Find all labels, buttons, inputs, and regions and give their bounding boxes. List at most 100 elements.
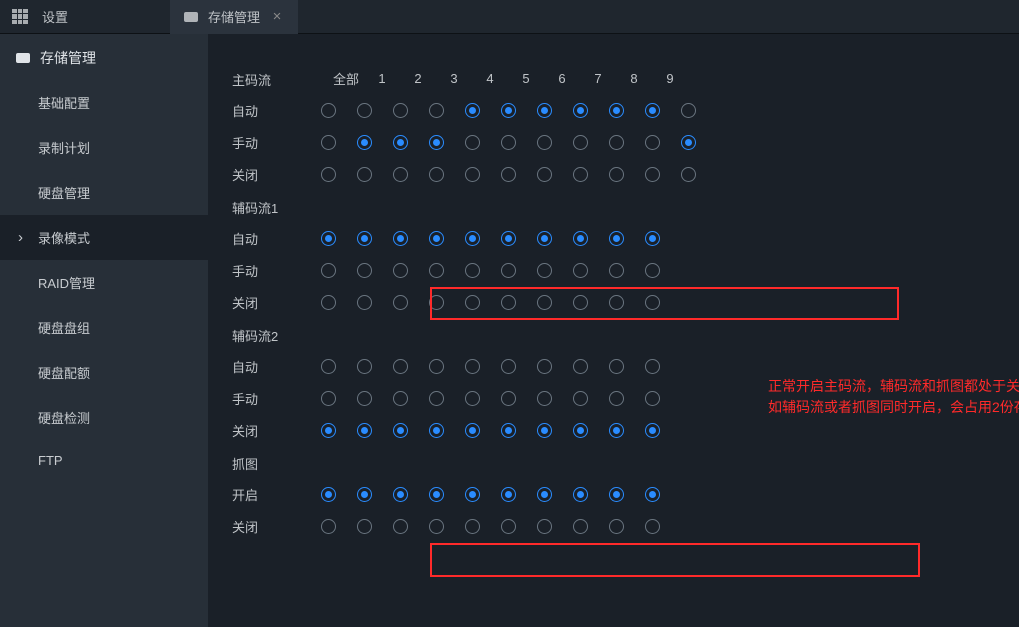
radio[interactable] <box>537 231 552 246</box>
radio[interactable] <box>609 263 624 278</box>
radio[interactable] <box>645 391 660 406</box>
radio[interactable] <box>501 135 516 150</box>
radio[interactable] <box>645 519 660 534</box>
radio[interactable] <box>321 135 336 150</box>
radio[interactable] <box>429 487 444 502</box>
sidebar-item-2[interactable]: 硬盘管理 <box>0 170 208 215</box>
radio[interactable] <box>321 423 336 438</box>
radio[interactable] <box>537 423 552 438</box>
radio[interactable] <box>573 391 588 406</box>
radio[interactable] <box>321 519 336 534</box>
radio[interactable] <box>429 423 444 438</box>
radio[interactable] <box>357 423 372 438</box>
radio[interactable] <box>609 423 624 438</box>
radio[interactable] <box>465 231 480 246</box>
radio[interactable] <box>501 295 516 310</box>
radio[interactable] <box>645 423 660 438</box>
radio[interactable] <box>429 135 444 150</box>
radio[interactable] <box>501 391 516 406</box>
sidebar-item-7[interactable]: 硬盘检测 <box>0 395 208 440</box>
radio[interactable] <box>429 391 444 406</box>
radio[interactable] <box>573 487 588 502</box>
radio[interactable] <box>537 487 552 502</box>
radio[interactable] <box>609 359 624 374</box>
radio[interactable] <box>429 103 444 118</box>
radio[interactable] <box>681 135 696 150</box>
radio[interactable] <box>645 359 660 374</box>
radio[interactable] <box>429 295 444 310</box>
radio[interactable] <box>357 103 372 118</box>
radio[interactable] <box>645 263 660 278</box>
radio[interactable] <box>465 423 480 438</box>
radio[interactable] <box>321 391 336 406</box>
radio[interactable] <box>501 231 516 246</box>
radio[interactable] <box>573 263 588 278</box>
radio[interactable] <box>393 103 408 118</box>
radio[interactable] <box>393 135 408 150</box>
radio[interactable] <box>357 135 372 150</box>
radio[interactable] <box>609 295 624 310</box>
radio[interactable] <box>645 487 660 502</box>
radio[interactable] <box>609 391 624 406</box>
radio[interactable] <box>573 519 588 534</box>
radio[interactable] <box>573 359 588 374</box>
radio[interactable] <box>321 359 336 374</box>
sidebar-item-0[interactable]: 基础配置 <box>0 80 208 125</box>
sidebar-item-5[interactable]: 硬盘盘组 <box>0 305 208 350</box>
radio[interactable] <box>537 359 552 374</box>
close-icon[interactable] <box>270 10 284 24</box>
radio[interactable] <box>501 519 516 534</box>
sidebar-item-3[interactable]: 录像模式 <box>0 215 208 260</box>
radio[interactable] <box>357 519 372 534</box>
radio[interactable] <box>681 103 696 118</box>
radio[interactable] <box>429 519 444 534</box>
radio[interactable] <box>465 103 480 118</box>
radio[interactable] <box>573 103 588 118</box>
radio[interactable] <box>393 231 408 246</box>
radio[interactable] <box>321 103 336 118</box>
radio[interactable] <box>537 519 552 534</box>
radio[interactable] <box>429 167 444 182</box>
radio[interactable] <box>357 295 372 310</box>
radio[interactable] <box>501 103 516 118</box>
radio[interactable] <box>465 359 480 374</box>
radio[interactable] <box>537 295 552 310</box>
radio[interactable] <box>321 167 336 182</box>
radio[interactable] <box>357 231 372 246</box>
radio[interactable] <box>501 487 516 502</box>
radio[interactable] <box>357 391 372 406</box>
radio[interactable] <box>429 263 444 278</box>
sidebar-item-8[interactable]: FTP <box>0 440 208 481</box>
radio[interactable] <box>429 359 444 374</box>
radio[interactable] <box>321 487 336 502</box>
radio[interactable] <box>645 103 660 118</box>
radio[interactable] <box>537 135 552 150</box>
radio[interactable] <box>573 423 588 438</box>
sidebar-item-1[interactable]: 录制计划 <box>0 125 208 170</box>
radio[interactable] <box>645 231 660 246</box>
radio[interactable] <box>501 167 516 182</box>
radio[interactable] <box>645 295 660 310</box>
radio[interactable] <box>429 231 444 246</box>
radio[interactable] <box>393 359 408 374</box>
radio[interactable] <box>609 103 624 118</box>
radio[interactable] <box>501 359 516 374</box>
radio[interactable] <box>393 487 408 502</box>
radio[interactable] <box>537 103 552 118</box>
radio[interactable] <box>321 295 336 310</box>
radio[interactable] <box>537 391 552 406</box>
radio[interactable] <box>357 263 372 278</box>
tab-storage[interactable]: 存储管理 <box>170 0 298 34</box>
radio[interactable] <box>609 135 624 150</box>
radio[interactable] <box>357 359 372 374</box>
radio[interactable] <box>573 295 588 310</box>
radio[interactable] <box>573 135 588 150</box>
radio[interactable] <box>573 167 588 182</box>
radio[interactable] <box>645 135 660 150</box>
radio[interactable] <box>465 295 480 310</box>
radio[interactable] <box>645 167 660 182</box>
radio[interactable] <box>321 263 336 278</box>
radio[interactable] <box>393 167 408 182</box>
radio[interactable] <box>609 487 624 502</box>
radio[interactable] <box>465 487 480 502</box>
